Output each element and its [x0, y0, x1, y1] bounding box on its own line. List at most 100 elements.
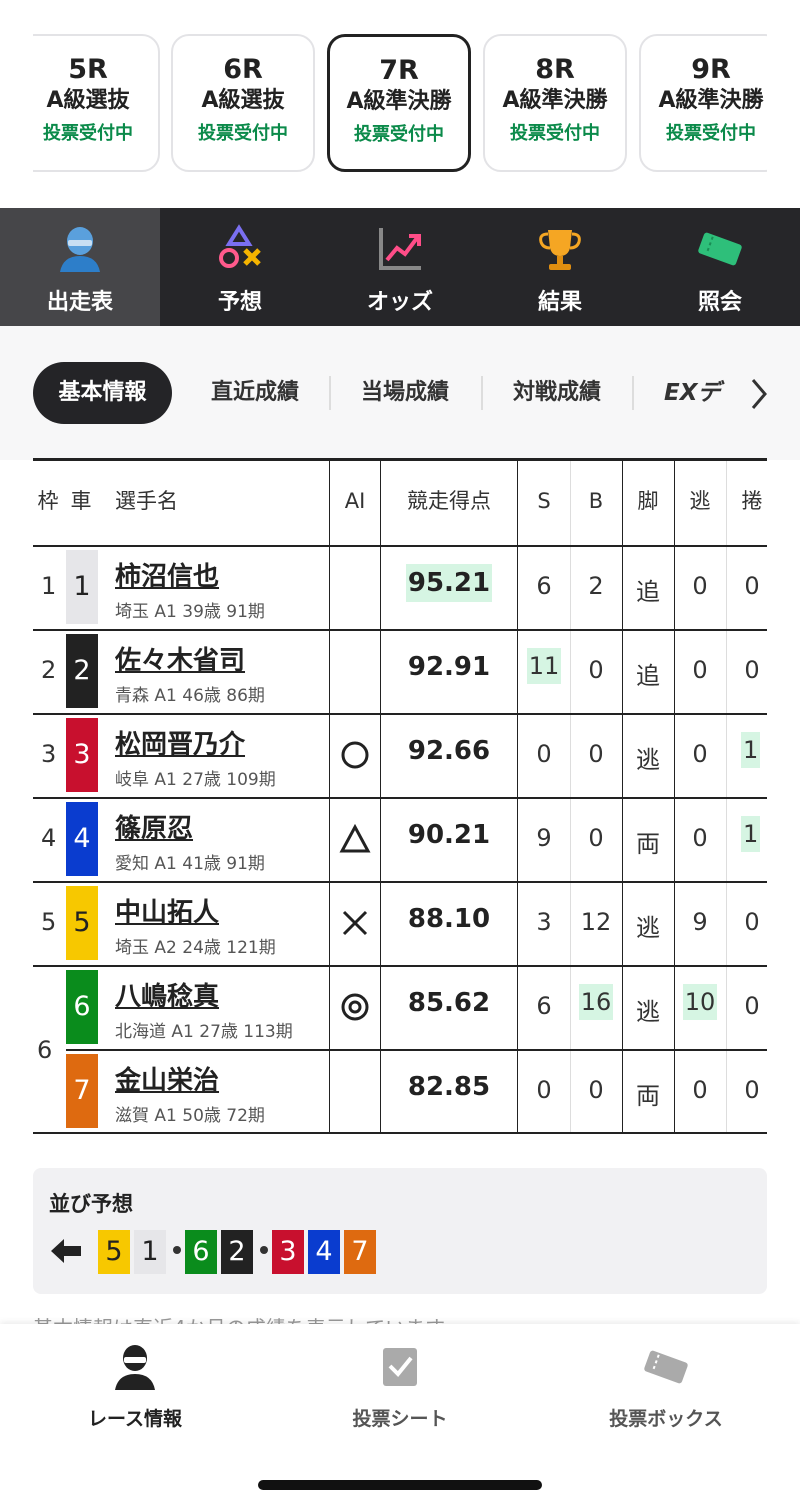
waku-number: 5: [41, 908, 57, 936]
strip-left-mask: [0, 0, 33, 208]
race-number: 5R: [68, 54, 108, 85]
line-car-badge: 1: [134, 1230, 166, 1274]
racer-icon: [60, 227, 100, 272]
car-number-badge: 1: [66, 550, 98, 624]
waku-number: 1: [41, 572, 57, 600]
stat-s: 0: [536, 1076, 552, 1104]
table-hline: [33, 629, 767, 631]
car-number-badge: 4: [66, 802, 98, 876]
header-leg: 脚: [637, 489, 659, 513]
race-class: A級準決勝: [658, 88, 764, 113]
nav-label: 結果: [537, 290, 582, 315]
header-s: S: [537, 489, 551, 513]
waku-number: 2: [41, 656, 57, 684]
racer-name[interactable]: 篠原忍: [115, 808, 193, 845]
nav-odds[interactable]: オッズ: [320, 208, 480, 326]
stat-s: 0: [536, 740, 552, 768]
race-card-8r[interactable]: 8R A級準決勝 投票受付中: [483, 34, 627, 172]
line-prediction-panel: 並び予想 5 1 6 2 3 4 7: [33, 1168, 767, 1294]
tab-ex-data[interactable]: EXデ: [664, 362, 744, 424]
nav-result[interactable]: 結果: [480, 208, 640, 326]
line-car-badge: 6: [185, 1230, 217, 1274]
racer-name[interactable]: 金山栄治: [115, 1060, 219, 1097]
tab-head-to-head[interactable]: 対戦成績: [492, 362, 622, 424]
main-nav: 出走表 予想 オッズ 結果 照会: [0, 208, 800, 326]
trophy-icon: [539, 230, 581, 270]
line-car-badge: 4: [308, 1230, 340, 1274]
chevron-right-icon[interactable]: [748, 374, 770, 414]
tab-basic-info[interactable]: 基本情報: [33, 362, 172, 424]
bottom-tab-bet-sheet[interactable]: 投票シート: [290, 1342, 510, 1431]
ai-circle-mark-icon: [341, 741, 369, 769]
sub-tabs: 基本情報 直近成績 当場成績 対戦成績 EXデ: [0, 326, 800, 460]
stat-s: 9: [536, 824, 552, 852]
nav-label: 予想: [217, 290, 262, 315]
racer-name[interactable]: 柿沼信也: [115, 556, 219, 593]
stat-makuri: 0: [744, 656, 760, 684]
stat-makuri: 0: [744, 572, 760, 600]
racer-meta: 埼玉 A2 24歳 121期: [115, 938, 276, 958]
bottom-tab-label: 投票シート: [352, 1408, 448, 1430]
stat-leg: 逃: [636, 746, 660, 774]
nav-prediction[interactable]: 予想: [160, 208, 320, 326]
race-number: 6R: [223, 54, 263, 85]
stat-nige: 0: [692, 740, 708, 768]
racer-name[interactable]: 中山拓人: [115, 892, 219, 929]
nav-label: オッズ: [366, 290, 433, 315]
car-number-badge: 7: [66, 1054, 98, 1128]
waku-number: 3: [41, 740, 57, 768]
racer-meta: 埼玉 A1 39歳 91期: [115, 602, 265, 622]
line-separator-dot: [260, 1246, 268, 1254]
bottom-tab-race-info[interactable]: レース情報: [25, 1342, 245, 1431]
racer-meta: 滋賀 A1 50歳 72期: [115, 1106, 265, 1126]
ticket-icon: [698, 232, 742, 266]
strip-right-mask: [767, 0, 800, 208]
racer-name[interactable]: 佐々木省司: [115, 640, 245, 677]
race-card-7r[interactable]: 7R A級準決勝 投票受付中: [327, 34, 471, 172]
race-status: 投票受付中: [510, 123, 600, 144]
home-indicator: [258, 1480, 542, 1490]
racer-score: 92.66: [407, 736, 491, 766]
race-card-6r[interactable]: 6R A級選抜 投票受付中: [171, 34, 315, 172]
car-number-badge: 6: [66, 970, 98, 1044]
line-car-badge: 3: [272, 1230, 304, 1274]
header-nige: 逃: [689, 489, 711, 513]
nav-inquiry[interactable]: 照会: [640, 208, 800, 326]
racer-meta: 愛知 A1 41歳 91期: [115, 854, 265, 874]
race-card-5r[interactable]: 5R A級選抜 投票受付中: [16, 34, 160, 172]
race-status: 投票受付中: [198, 123, 288, 144]
table-hline: [33, 545, 767, 547]
header-name: 選手名: [115, 489, 178, 513]
racer-score: 88.10: [407, 904, 491, 934]
line-car-badge: 5: [98, 1230, 130, 1274]
nav-entry-table[interactable]: 出走表: [0, 208, 160, 326]
racer-score: 82.85: [407, 1072, 491, 1102]
tab-divider: [632, 376, 634, 410]
stat-b: 2: [588, 572, 604, 600]
bottom-tab-label: 投票ボックス: [609, 1408, 723, 1430]
car-number-badge: 2: [66, 634, 98, 708]
race-card-9r[interactable]: 9R A級準決勝 投票受付中: [639, 34, 783, 172]
tab-recent-results[interactable]: 直近成績: [190, 362, 320, 424]
stat-makuri: 0: [744, 908, 760, 936]
tab-divider: [329, 376, 331, 410]
stat-makuri: 0: [744, 1076, 760, 1104]
stat-leg: 両: [636, 1082, 660, 1110]
race-status: 投票受付中: [43, 123, 133, 144]
stat-b: 0: [588, 656, 604, 684]
racer-name[interactable]: 松岡晋乃介: [115, 724, 245, 761]
tab-venue-results[interactable]: 当場成績: [340, 362, 470, 424]
car-number-badge: 3: [66, 718, 98, 792]
stat-leg: 追: [636, 578, 660, 606]
racer-name[interactable]: 八嶋稔真: [115, 976, 219, 1013]
stat-nige: 9: [692, 908, 708, 936]
racer-meta: 北海道 A1 27歳 113期: [115, 1022, 293, 1042]
bottom-tab-label: レース情報: [87, 1408, 183, 1430]
race-status: 投票受付中: [666, 123, 756, 144]
stat-nige: 0: [692, 1076, 708, 1104]
waku-number: 4: [41, 824, 57, 852]
bottom-tab-bet-box[interactable]: 投票ボックス: [556, 1342, 776, 1431]
header-waku: 枠: [37, 489, 59, 513]
stat-s: 6: [536, 992, 552, 1020]
table-hline: [33, 881, 767, 883]
